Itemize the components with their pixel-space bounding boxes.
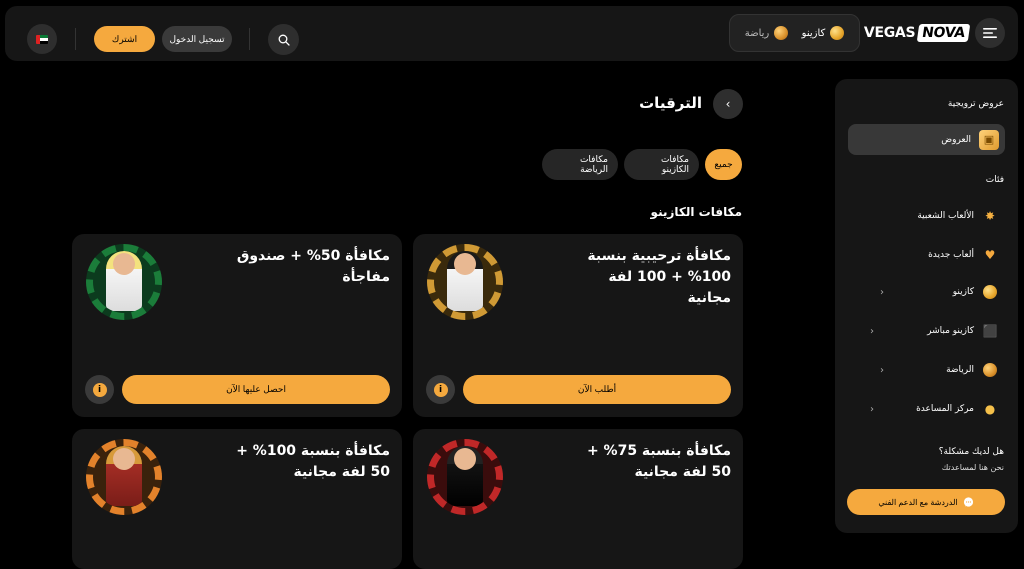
category-casino[interactable]: كازينو bbox=[802, 26, 845, 40]
support-chat-button[interactable]: الدردشة مع الدعم الفني bbox=[847, 489, 1005, 515]
promo-card-title: مكافأة بنسبة 100% + 50 لفة مجانية bbox=[236, 443, 390, 480]
chat-bubble-icon bbox=[963, 496, 973, 507]
uae-flag-icon bbox=[36, 34, 48, 44]
info-icon: i bbox=[433, 382, 448, 397]
casino-chip-icon bbox=[830, 26, 845, 40]
sidebar-item-label: العروض bbox=[941, 134, 971, 145]
chevron-right-icon: › bbox=[725, 97, 731, 111]
info-button[interactable]: i bbox=[85, 375, 114, 404]
caesar-figure-icon bbox=[106, 446, 142, 506]
promo-card: مكافأة بنسبة 100% + 50 لفة مجانية bbox=[72, 429, 402, 569]
category-sports-label: رياضة bbox=[744, 27, 770, 39]
sidebar-categories-heading: فئات bbox=[985, 175, 1004, 185]
promo-card: مكافأة ترحيبية بنسبة 100% + 100 لفة مجان… bbox=[413, 234, 743, 417]
sidebar-item-sports[interactable]: الرياضة ‹ bbox=[880, 361, 998, 379]
sidebar-promos-heading: عروض ترويجية bbox=[947, 99, 1004, 109]
sidebar-item-label: ألعاب جديدة bbox=[928, 250, 974, 260]
filter-tabs: جميع مكافات الكازينو مكافات الرياضة bbox=[542, 149, 742, 180]
tab-all[interactable]: جميع bbox=[705, 149, 742, 180]
chevron-left-icon[interactable]: ‹ bbox=[880, 365, 884, 376]
sidebar-item-label: كازينو مباشر bbox=[927, 326, 974, 336]
tab-casino-bonuses[interactable]: مكافات الكازينو bbox=[624, 149, 699, 180]
gift-icon: ▣ bbox=[979, 129, 999, 150]
sidebar-item-help-center[interactable]: ● مركز المساعدة ‹ bbox=[870, 400, 998, 418]
casino-chip-icon bbox=[983, 285, 997, 299]
logo-text-vegas: VEGAS bbox=[863, 25, 916, 41]
sidebar-item-new-games[interactable]: ♥ ألعاب جديدة bbox=[880, 246, 998, 264]
heart-icon: ♥ bbox=[984, 248, 996, 262]
sidebar-item-label: الرياضة bbox=[946, 365, 974, 375]
promo-card-title: مكافأة بنسبة 75% + 50 لفة مجانية bbox=[586, 443, 731, 480]
chevron-left-icon[interactable]: ‹ bbox=[870, 404, 874, 415]
header-divider bbox=[249, 28, 250, 50]
info-button[interactable]: i bbox=[426, 375, 455, 404]
page-title: الترقيات bbox=[639, 94, 702, 112]
promo-card-title: مكافأة ترحيبية بنسبة 100% + 100 لفة مجان… bbox=[587, 248, 731, 306]
sidebar-item-live-casino[interactable]: ⬛ كازينو مباشر ‹ bbox=[870, 322, 998, 340]
help-answer: نحن هنا لمساعدتك bbox=[941, 463, 1004, 472]
chevron-left-icon[interactable]: ‹ bbox=[880, 287, 884, 298]
chevron-left-icon[interactable]: ‹ bbox=[870, 326, 874, 337]
sidebar-item-label: كازينو bbox=[952, 287, 974, 297]
category-sports[interactable]: رياضة bbox=[745, 26, 789, 40]
header-divider bbox=[75, 28, 76, 50]
sidebar-item-popular-games[interactable]: ✸ الألعاب الشعبية bbox=[880, 207, 998, 225]
help-question: هل لديك مشكلة؟ bbox=[938, 447, 1004, 457]
sidebar-item-label: مركز المساعدة bbox=[916, 404, 974, 414]
dice-icon: ⬛ bbox=[982, 324, 998, 338]
language-button[interactable] bbox=[27, 24, 57, 54]
sports-ball-icon bbox=[983, 363, 997, 377]
back-button[interactable]: › bbox=[713, 89, 743, 119]
menu-button[interactable] bbox=[975, 18, 1005, 48]
claim-button[interactable]: احصل عليها الآن bbox=[122, 375, 390, 404]
logo-text-nova: NOVA bbox=[916, 24, 971, 42]
marilyn-figure-icon bbox=[106, 251, 142, 311]
promo-character-image bbox=[86, 439, 162, 515]
lightbulb-icon: ● bbox=[984, 402, 996, 416]
promo-card: مكافأة 50% + صندوق مفاجأة احصل عليها الآ… bbox=[72, 234, 402, 417]
section-title: مكافات الكازينو bbox=[650, 205, 742, 219]
category-switch: كازينو رياضة bbox=[729, 14, 860, 52]
promo-card: مكافأة بنسبة 75% + 50 لفة مجانية bbox=[413, 429, 743, 569]
promo-character-image bbox=[427, 244, 503, 320]
signup-button[interactable]: اشترك bbox=[94, 26, 155, 52]
top-header: VEGAS NOVA كازينو رياضة تسجيل الدخول اشت… bbox=[5, 6, 1018, 61]
search-icon bbox=[278, 34, 290, 46]
sports-ball-icon bbox=[774, 26, 789, 40]
star-icon: ✸ bbox=[984, 209, 996, 223]
claim-button[interactable]: أطلب الآن bbox=[463, 375, 731, 404]
category-casino-label: كازينو bbox=[801, 27, 826, 39]
promo-character-image bbox=[86, 244, 162, 320]
info-icon: i bbox=[92, 382, 107, 397]
sidebar: عروض ترويجية ▣ العروض فئات ✸ الألعاب الش… bbox=[835, 79, 1018, 533]
elvis-figure-icon bbox=[447, 251, 483, 311]
login-button[interactable]: تسجيل الدخول bbox=[162, 26, 232, 52]
vegasnova-logo[interactable]: VEGAS NOVA bbox=[863, 22, 971, 44]
support-chat-label: الدردشة مع الدعم الفني bbox=[878, 497, 958, 507]
promo-card-title: مكافأة 50% + صندوق مفاجأة bbox=[236, 248, 390, 285]
sidebar-item-promotions[interactable]: ▣ العروض bbox=[848, 124, 1005, 155]
search-button[interactable] bbox=[268, 24, 299, 55]
promo-character-image bbox=[427, 439, 503, 515]
sidebar-item-casino[interactable]: كازينو ‹ bbox=[880, 283, 998, 301]
sinatra-figure-icon bbox=[447, 446, 483, 506]
hamburger-icon bbox=[983, 28, 997, 38]
tab-sports-bonuses[interactable]: مكافات الرياضة bbox=[542, 149, 618, 180]
sidebar-item-label: الألعاب الشعبية bbox=[917, 211, 974, 221]
